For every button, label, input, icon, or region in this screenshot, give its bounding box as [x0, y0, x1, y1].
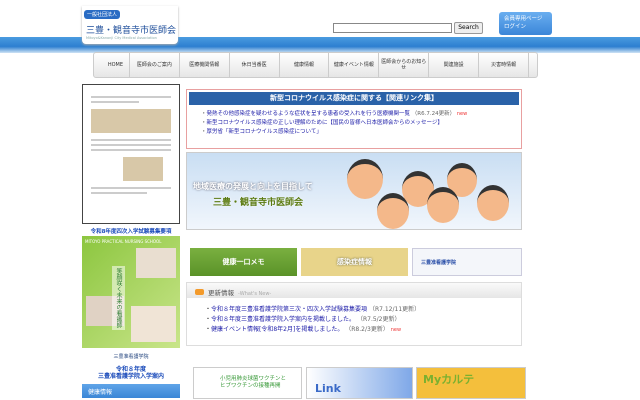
news-item[interactable]: 令和８年度三豊准看護学院入学案内を掲載しました。 （R7.5/2更新） [205, 315, 521, 325]
infection-info-banner[interactable]: 感染症情報 [301, 248, 408, 276]
login-line1: 会員専用ページ [504, 16, 543, 22]
login-line2: ログイン [504, 24, 527, 30]
school-name: 三豊准看護学院 [113, 354, 149, 360]
exam-title-link[interactable]: 令和8年度四次入学試験募集要項 [82, 227, 180, 235]
nav-health-info[interactable]: 健康情報 [280, 53, 330, 77]
nav-about[interactable]: 医師会のご案内 [130, 53, 180, 77]
org-name: 三豊・観音寺市医師会 [86, 26, 177, 36]
health-info-menu[interactable]: 健康情報 [82, 384, 180, 398]
corona-links-box: 新型コロナウイルス感染症に関する【関連リンク集】 発熱その他感染症を疑わせるよう… [186, 89, 522, 149]
nav-disaster-info[interactable]: 災害時情報 [479, 53, 530, 77]
new-icon: new [390, 327, 402, 333]
hero-org-name: 三豊・観音寺市医師会 [213, 198, 304, 208]
nav-health-events[interactable]: 健康イベント情報 [329, 53, 380, 77]
nursing-school-banner[interactable]: MITOYO PRACTICAL NURSING SCHOOL 笑顔咲く未来の看… [82, 236, 180, 348]
search-button[interactable]: Search [454, 22, 483, 34]
school-slogan: 笑顔咲く未来の看護師 [112, 266, 125, 330]
new-icon: new [456, 111, 468, 117]
org-name-en: Mitoyo&Kanonji City Medical Association [86, 36, 157, 40]
admission-link[interactable]: 令和８年度 三豊准看護学院入学案内 [82, 366, 180, 380]
admission-year: 令和８年度 [115, 366, 146, 373]
corona-link[interactable]: 新型コロナウイルス感染症の正しい理解のために【国民の皆様へ日本医師会からのメッセ… [201, 119, 519, 128]
hero-banner: 地域医療の発展と向上を目指して 三豊・観音寺市医師会 [186, 152, 522, 230]
link-banner[interactable]: Link [306, 367, 413, 399]
news-icon [195, 289, 204, 295]
corona-link[interactable]: 厚労省「新型コロナウイルス感染症について」 [201, 128, 519, 137]
left-sidebar: 令和8年度四次入学試験募集要項 MITOYO PRACTICAL NURSING… [82, 84, 180, 398]
my-karte-banner[interactable]: Myカルテ [416, 367, 526, 399]
nav-home[interactable]: HOME [102, 53, 130, 77]
nav-holiday-doctor[interactable]: 休日当番医 [230, 53, 280, 77]
hero-tagline: 地域医療の発展と向上を目指して [193, 182, 313, 191]
nav-medical-institutions[interactable]: 医療機関情報 [180, 53, 230, 77]
nav-notices[interactable]: 医師会からのお知らせ [379, 53, 430, 77]
corona-link[interactable]: 発熱その他感染症を疑わせるような症状を呈する患者の受入れを行う医療機関一覧 （R… [201, 110, 519, 119]
member-login-button[interactable]: 会員専用ページ ログイン [499, 12, 552, 35]
exam-document-thumbnail[interactable] [82, 84, 180, 224]
main-nav: HOME 医師会のご案内 医療機関情報 休日当番医 健康情報 健康イベント情報 … [93, 52, 538, 78]
news-item[interactable]: 令和８年度三豊准看護学院第三次・四次入学試験募集要項 （R7.12/11更新） [205, 305, 521, 315]
school-en: MITOYO PRACTICAL NURSING SCHOOL [85, 239, 162, 244]
corp-tag: 一般社団法人 [84, 10, 121, 19]
vaccine-banner[interactable]: 小児用肺炎球菌ワクチンと ヒブワクチンの接種再開 [193, 367, 302, 399]
search-input[interactable] [333, 23, 452, 33]
admission-title: 三豊准看護学院入学案内 [97, 373, 164, 380]
site-logo[interactable]: 一般社団法人 三豊・観音寺市医師会 Mitoyo&Kanonji City Me… [82, 6, 178, 44]
nursing-school-link-banner[interactable]: 三豊准看護学院 [412, 248, 522, 276]
news-item[interactable]: 健康イベント情報[令和8年2月]を掲載しました。 （R8.2/3更新） new [205, 325, 521, 335]
corona-title: 新型コロナウイルス感染症に関する【関連リンク集】 [189, 92, 519, 105]
news-title: 更新情報 [208, 289, 234, 297]
nav-related-facilities[interactable]: 関連施設 [429, 53, 480, 77]
whats-new-box: 更新情報 -What's New- 令和８年度三豊准看護学院第三次・四次入学試験募… [186, 282, 522, 346]
health-memo-banner[interactable]: 健康一口メモ [190, 248, 297, 276]
news-subtitle: -What's New- [238, 291, 272, 297]
